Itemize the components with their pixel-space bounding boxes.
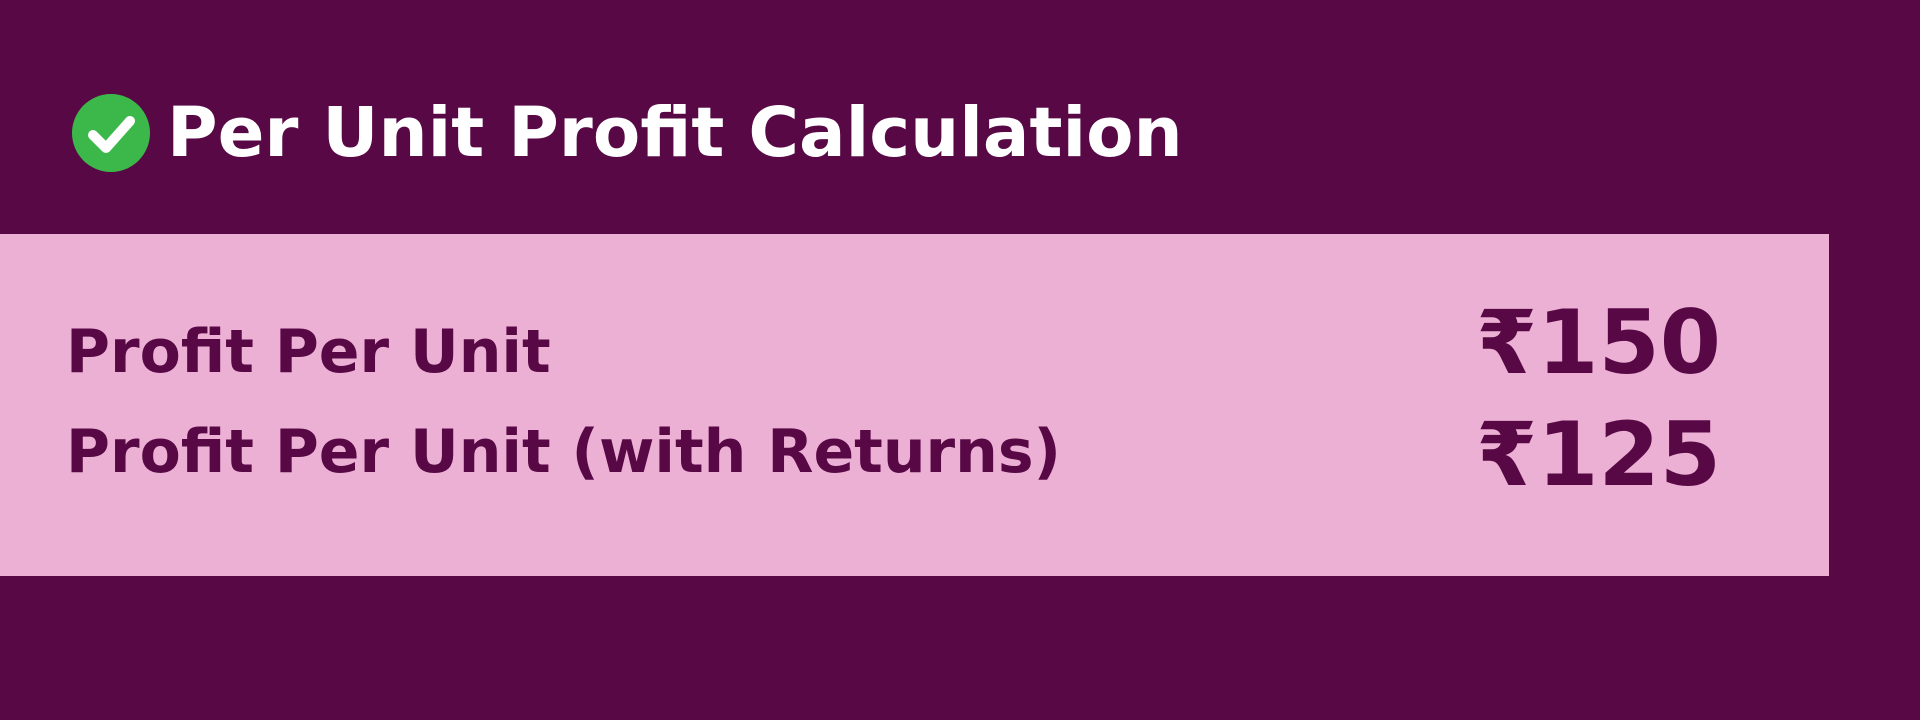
profit-with-returns-value: ₹125 [1476,403,1721,506]
profit-row: Profit Per Unit ₹150 [66,291,1721,394]
profit-with-returns-label: Profit Per Unit (with Returns) [66,417,1061,487]
profit-label: Profit Per Unit [66,317,551,387]
profit-with-returns-row: Profit Per Unit (with Returns) ₹125 [66,403,1721,506]
profit-panel: Profit Per Unit ₹150 Profit Per Unit (wi… [0,234,1829,576]
page-title: Per Unit Profit Calculation [167,93,1183,173]
profit-value: ₹150 [1476,291,1721,394]
header: Per Unit Profit Calculation [71,93,1183,173]
check-circle-icon [72,94,150,172]
